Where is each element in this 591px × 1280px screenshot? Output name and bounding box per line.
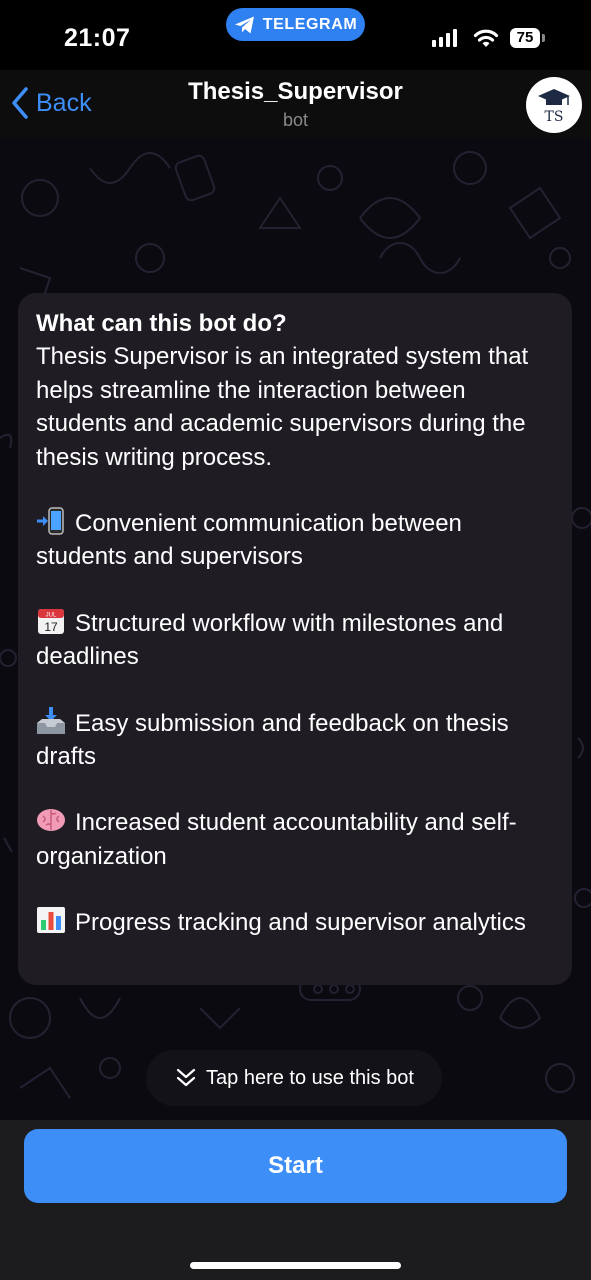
battery-indicator: 75 [510,28,540,48]
bot-description-bubble: What can this bot do? Thesis Supervisor … [18,293,572,985]
tap-hint-label: Tap here to use this bot [206,1066,414,1089]
svg-text:JUL: JUL [46,612,57,618]
chat-title[interactable]: Thesis_Supervisor [0,78,591,106]
inbox-tray-icon [37,706,65,734]
chat-header: Back Thesis_Supervisor bot TS [0,70,591,138]
telegram-pill[interactable]: TELEGRAM [226,8,365,41]
chat-area: What can this bot do? Thesis Supervisor … [0,138,591,1120]
wifi-icon [473,29,499,47]
feature-item: Increased student accountability and sel… [36,806,554,873]
bottom-panel: Start [0,1120,591,1280]
feature-item: Convenient communication between student… [36,507,554,574]
svg-text:TS: TS [545,109,564,125]
feature-item: Progress tracking and supervisor analyti… [36,906,554,939]
telegram-plane-icon [234,16,254,33]
bar-chart-icon [37,907,65,934]
calendar-icon: JUL 17 [38,608,64,634]
home-indicator[interactable] [190,1262,401,1269]
cellular-signal-icon [432,29,457,47]
phone-arrow-icon [37,507,64,535]
bot-avatar[interactable]: TS [526,77,582,133]
feature-item: Easy submission and feedback on thesis d… [36,706,554,774]
tap-hint[interactable]: Tap here to use this bot [146,1050,442,1106]
clock: 21:07 [64,24,131,52]
graduation-cap-logo: TS [538,89,570,125]
pill-label: TELEGRAM [262,15,358,33]
battery-tip [542,34,545,42]
bubble-heading: What can this bot do? [36,310,287,337]
bubble-intro: Thesis Supervisor is an integrated syste… [36,343,529,471]
svg-text:17: 17 [44,620,58,634]
start-button[interactable]: Start [24,1129,567,1203]
status-bar: 21:07 TELEGRAM 75 [0,0,591,70]
chat-subtitle: bot [282,110,309,130]
brain-icon [37,809,65,832]
double-chevron-down-icon [176,1068,196,1087]
feature-item: JUL 17 Structured workflow with mileston… [36,607,554,674]
